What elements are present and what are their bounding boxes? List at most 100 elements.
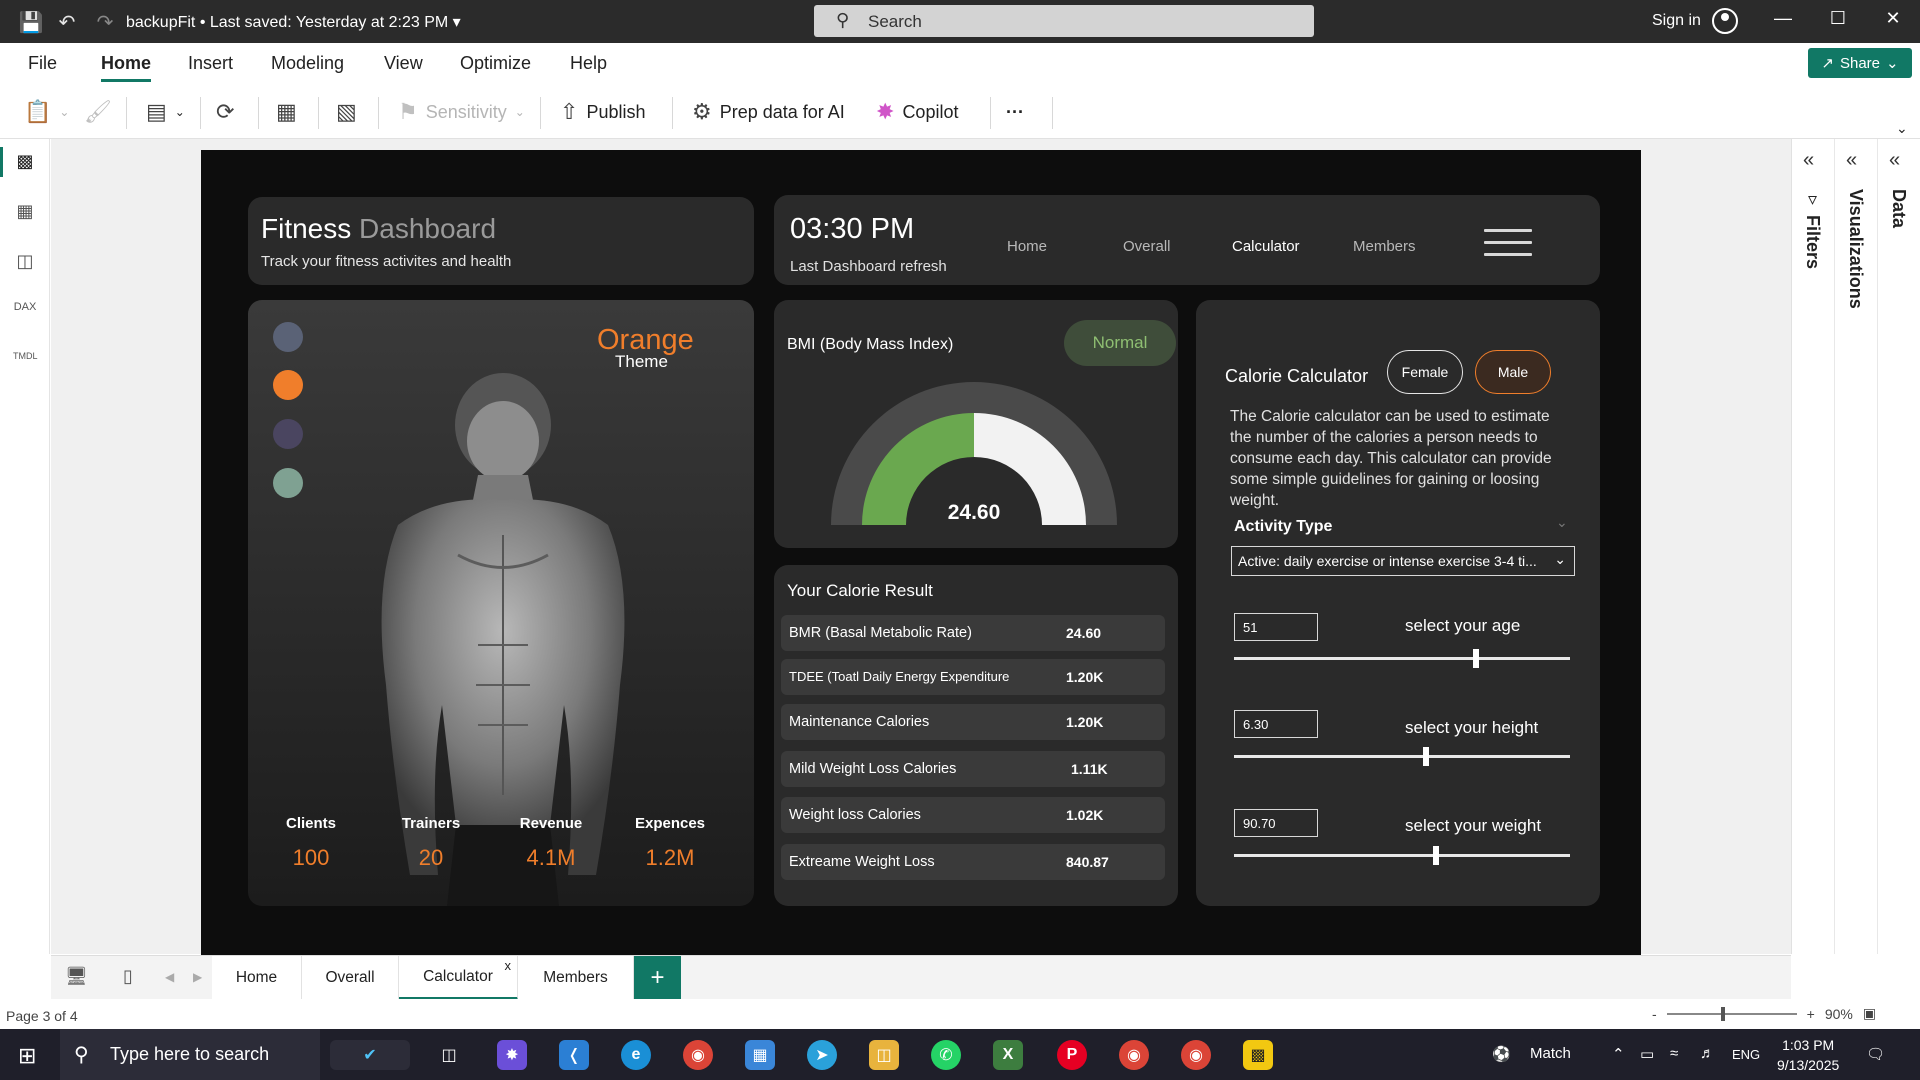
hamburger-menu-icon[interactable] [1484, 229, 1532, 259]
add-page-button[interactable]: + [634, 956, 681, 1000]
menu-modeling[interactable]: Modeling [271, 53, 344, 74]
page-tab-home[interactable]: Home [212, 956, 302, 1000]
female-button[interactable]: Female [1387, 350, 1463, 394]
report-view-icon[interactable]: ▩ [13, 151, 37, 175]
activity-type-dropdown[interactable]: Active: daily exercise or intense exerci… [1231, 546, 1575, 576]
menu-optimize[interactable]: Optimize [460, 53, 531, 74]
filters-pane[interactable]: « ▿ Filters [1792, 139, 1835, 954]
taskbar-search[interactable]: ⚲ Type here to search [60, 1029, 320, 1080]
page-tab-members[interactable]: Members [518, 956, 634, 1000]
chrome-profile-icon[interactable]: ◉ [1181, 1040, 1211, 1070]
redo-icon[interactable]: ↷ [92, 9, 118, 35]
share-button[interactable]: ↗ Share ⌄ [1808, 48, 1912, 78]
dax-query-icon[interactable]: DAX [13, 301, 37, 325]
page-tab-overall[interactable]: Overall [302, 956, 399, 1000]
chrome-profile-icon[interactable]: ◉ [1119, 1040, 1149, 1070]
weight-slider-handle[interactable] [1432, 846, 1439, 865]
visualizations-pane[interactable]: « Visualizations [1835, 139, 1878, 954]
prep-data-button[interactable]: ⚙ Prep data for AI [692, 95, 845, 129]
windows-start-icon[interactable]: ⊞ [18, 1043, 36, 1069]
close-window-button[interactable]: ✕ [1873, 8, 1913, 36]
refresh-button[interactable]: ⟳ [216, 95, 234, 129]
save-icon[interactable]: 💾 [18, 9, 44, 35]
zoom-in-icon[interactable]: + [1807, 1006, 1815, 1022]
copilot-app-icon[interactable]: ✸ [497, 1040, 527, 1070]
chrome-icon[interactable]: ◉ [683, 1040, 713, 1070]
format-painter-button[interactable]: 🖌 [84, 95, 112, 129]
sensitivity-button[interactable]: ⚑ Sensitivity ⌄ [398, 95, 525, 129]
tray-chevron-icon[interactable]: ⌃ [1612, 1045, 1625, 1063]
zoom-slider[interactable] [1666, 1006, 1797, 1021]
male-button[interactable]: Male [1475, 350, 1551, 394]
sports-icon[interactable]: ⚽ [1492, 1045, 1511, 1063]
search-box[interactable]: ⚲ Search [814, 5, 1314, 37]
file-explorer-icon[interactable]: ◫ [869, 1040, 899, 1070]
page-tab-calculator[interactable]: Calculator x [399, 956, 518, 1000]
edge-icon[interactable]: e [621, 1040, 651, 1070]
close-page-icon[interactable]: x [505, 958, 512, 973]
height-slider-handle[interactable] [1422, 747, 1429, 766]
scroll-left-icon[interactable]: ◀ [165, 970, 174, 984]
maximize-button[interactable]: ☐ [1818, 8, 1858, 36]
excel-icon[interactable]: X [993, 1040, 1023, 1070]
wifi-icon[interactable]: ≈ [1670, 1045, 1678, 1062]
task-view-icon[interactable]: ◫ [434, 1040, 464, 1070]
scroll-right-icon[interactable]: ▶ [193, 970, 202, 984]
mobile-layout-icon[interactable]: ▯ [123, 966, 133, 987]
data-pane[interactable]: « Data [1878, 139, 1920, 954]
widgets-icon[interactable]: ✔ [330, 1040, 410, 1070]
new-measure-button[interactable]: ▧ [336, 95, 357, 129]
menu-file[interactable]: File [28, 53, 57, 74]
sign-in-link[interactable]: Sign in [1652, 12, 1701, 30]
store-icon[interactable]: ▦ [745, 1040, 775, 1070]
account-icon[interactable] [1712, 8, 1738, 34]
theme-dot-purple[interactable] [273, 419, 303, 449]
nav-overall[interactable]: Overall [1123, 238, 1171, 255]
nav-home[interactable]: Home [1007, 238, 1047, 255]
nav-calculator[interactable]: Calculator [1232, 238, 1300, 255]
notifications-icon[interactable]: 🗨 [1866, 1045, 1885, 1063]
age-slider[interactable] [1234, 649, 1570, 668]
power-bi-icon[interactable]: ▩ [1243, 1040, 1273, 1070]
age-slider-handle[interactable] [1472, 649, 1479, 668]
volume-icon[interactable]: ♬ [1700, 1045, 1715, 1062]
document-title[interactable]: backupFit • Last saved: Yesterday at 2:2… [126, 12, 461, 32]
expand-visualizations-icon[interactable]: « [1846, 149, 1857, 172]
menu-home[interactable]: Home [101, 53, 152, 82]
taskbar-clock[interactable]: 1:03 PM 9/13/2025 [1777, 1035, 1839, 1075]
vscode-icon[interactable]: ❬ [559, 1040, 589, 1070]
height-input[interactable]: 6.30 [1234, 710, 1318, 738]
desktop-layout-icon[interactable]: 🖥 [65, 966, 88, 987]
model-view-icon[interactable]: ◫ [13, 251, 37, 275]
menu-view[interactable]: View [384, 53, 423, 74]
get-data-button[interactable]: ▤ ⌄ [146, 95, 185, 129]
menu-insert[interactable]: Insert [188, 53, 233, 74]
telegram-icon[interactable]: ➤ [807, 1040, 837, 1070]
expand-filters-icon[interactable]: « [1803, 149, 1814, 172]
theme-dot-slate[interactable] [273, 322, 303, 352]
minimize-button[interactable]: — [1763, 8, 1803, 36]
new-visual-button[interactable]: ▦ [276, 95, 297, 129]
nav-members[interactable]: Members [1353, 238, 1416, 255]
tmdl-view-icon[interactable]: TMDL [13, 351, 38, 375]
publish-button[interactable]: ⇧ Publish [560, 95, 645, 129]
expand-data-icon[interactable]: « [1889, 149, 1900, 172]
pinterest-icon[interactable]: P [1057, 1040, 1087, 1070]
theme-dot-orange[interactable] [273, 370, 303, 400]
table-view-icon[interactable]: ▦ [13, 201, 37, 225]
more-options-button[interactable]: ··· [1006, 95, 1024, 129]
battery-icon[interactable]: ▭ [1640, 1045, 1654, 1063]
whatsapp-icon[interactable]: ✆ [931, 1040, 961, 1070]
height-slider[interactable] [1234, 747, 1570, 766]
age-input[interactable]: 51 [1234, 613, 1318, 641]
undo-icon[interactable]: ↶ [54, 9, 80, 35]
weight-input[interactable]: 90.70 [1234, 809, 1318, 837]
chevron-down-icon[interactable]: ⌄ [1556, 514, 1568, 531]
weather-label[interactable]: Match [1530, 1045, 1571, 1062]
copilot-button[interactable]: ✸ Copilot [876, 95, 958, 129]
weight-slider[interactable] [1234, 846, 1570, 865]
theme-dot-green[interactable] [273, 468, 303, 498]
language-indicator[interactable]: ENG [1732, 1047, 1760, 1062]
zoom-out-icon[interactable]: - [1652, 1006, 1657, 1022]
paste-button[interactable]: 📋 ⌄ [24, 95, 69, 129]
